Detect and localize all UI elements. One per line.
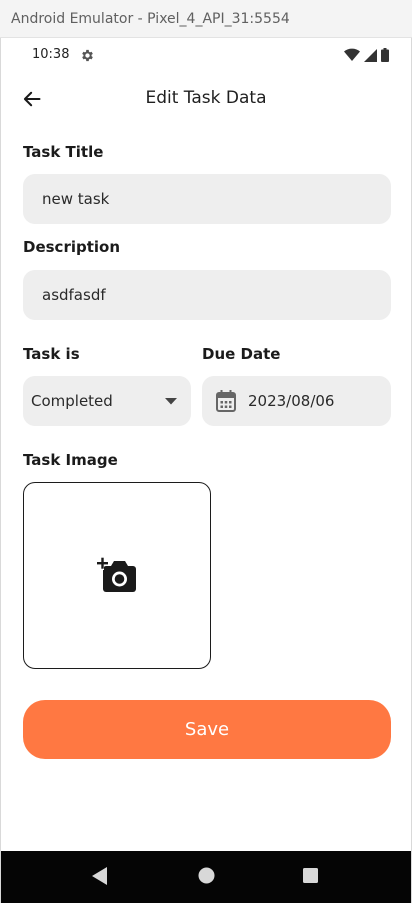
task-title-input[interactable] [23, 174, 391, 224]
task-image-picker[interactable] [23, 482, 211, 669]
recents-square-icon[interactable] [303, 868, 318, 883]
status-label: Task is [23, 345, 80, 363]
dropdown-arrow-icon [165, 397, 177, 404]
status-bar: 10:38 [1, 38, 411, 74]
signal-icon [364, 49, 377, 62]
due-date-label: Due Date [202, 345, 281, 363]
task-title-field[interactable] [23, 174, 391, 224]
phone-screen: 10:38 Edit Task Data Task Title new task… [0, 38, 412, 903]
save-button[interactable]: Save [23, 700, 391, 759]
description-field[interactable] [23, 270, 391, 320]
status-time: 10:38 [32, 47, 70, 62]
due-date-value: 2023/08/06 [248, 392, 335, 410]
task-image-label: Task Image [23, 451, 118, 469]
gear-icon [82, 49, 93, 62]
add-photo-icon [96, 556, 136, 592]
system-navigation-bar [1, 851, 411, 903]
status-selected-value: Completed [31, 392, 113, 410]
home-circle-icon[interactable] [198, 867, 215, 884]
description-input[interactable] [23, 270, 391, 320]
page-title: Edit Task Data [145, 88, 267, 108]
status-dropdown[interactable]: Completed [23, 376, 191, 426]
description-label: Description [23, 238, 121, 256]
status-icons [344, 48, 389, 62]
task-title-label: Task Title [23, 143, 104, 161]
battery-icon [381, 48, 389, 62]
emulator-title-bar: Android Emulator - Pixel_4_API_31:5554 [0, 0, 412, 38]
app-bar: Edit Task Data [1, 80, 411, 120]
back-triangle-icon[interactable] [92, 867, 108, 885]
calendar-icon [216, 390, 236, 412]
window-title: Android Emulator - Pixel_4_API_31:5554 [11, 11, 290, 27]
due-date-field[interactable]: 2023/08/06 [202, 376, 391, 426]
wifi-icon [344, 48, 360, 61]
